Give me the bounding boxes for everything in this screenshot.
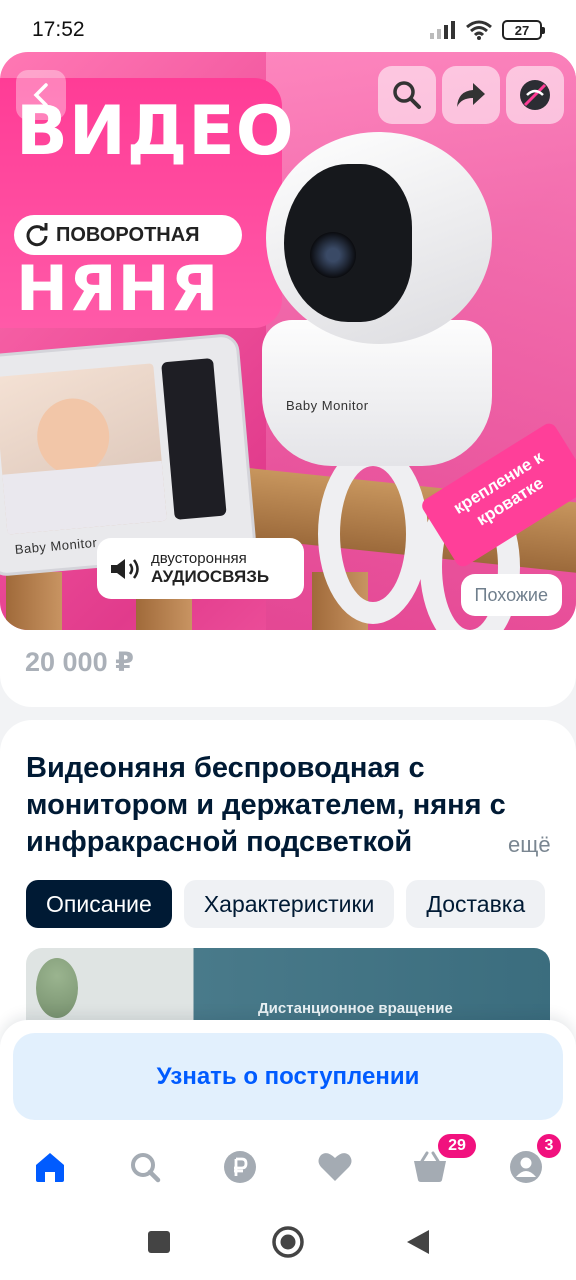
hero-pill: ПОВОРОТНАЯ	[14, 215, 242, 255]
notify-button[interactable]: Узнать о поступлении	[13, 1033, 563, 1120]
battery-level: 27	[514, 22, 530, 38]
crib-slat	[6, 572, 62, 630]
battery-icon: 27	[502, 20, 545, 40]
circle-icon	[272, 1226, 304, 1258]
status-time: 17:52	[32, 18, 85, 41]
recents-button[interactable]	[141, 1224, 177, 1260]
baby-blanket	[2, 460, 167, 535]
product-price: 20 000 ₽	[25, 647, 134, 677]
heart-icon	[318, 1153, 352, 1181]
search-button[interactable]	[378, 66, 436, 124]
status-bar: 17:52 27	[0, 0, 576, 60]
similar-button[interactable]: Похожие	[460, 574, 562, 616]
hero-pill-label: ПОВОРОТНАЯ	[56, 223, 200, 246]
nav-home[interactable]	[28, 1145, 72, 1189]
search-icon	[131, 1153, 161, 1183]
share-button[interactable]	[442, 66, 500, 124]
search-icon	[393, 81, 421, 109]
home-icon	[36, 1153, 64, 1182]
tab-delivery[interactable]: Доставка	[406, 880, 546, 928]
brand-logo-button[interactable]	[506, 66, 564, 124]
camera-brand-label: Baby Monitor	[286, 398, 369, 413]
product-image[interactable]: ВИДЕО ПОВОРОТНАЯ НЯНЯ Baby Monitor Baby …	[0, 52, 576, 630]
chevron-left-icon	[33, 83, 48, 107]
wifi-icon	[466, 20, 492, 40]
rotate-icon	[26, 223, 48, 247]
speaker-icon	[111, 558, 139, 579]
crib-clamp	[318, 444, 428, 624]
hero-title-line2: НЯНЯ	[16, 252, 220, 325]
tab-description[interactable]: Описание	[26, 880, 172, 928]
ruble-icon	[224, 1151, 256, 1183]
audio-line2: АУДИОСВЯЗЬ	[151, 567, 270, 586]
home-system-button[interactable]	[270, 1224, 306, 1260]
monitor-keys	[161, 358, 227, 520]
description-image-caption: Дистанционное вращение	[258, 1000, 453, 1017]
back-button[interactable]	[16, 70, 66, 120]
nav-favorites[interactable]	[313, 1145, 357, 1189]
profile-badge: 3	[535, 1132, 563, 1160]
camera-lens	[310, 232, 356, 278]
description-image[interactable]: Дистанционное вращение	[26, 948, 550, 1028]
square-icon	[148, 1231, 170, 1253]
triangle-back-icon	[407, 1230, 429, 1254]
more-link[interactable]: ещё	[500, 832, 551, 858]
back-system-button[interactable]	[400, 1224, 436, 1260]
monitor-brand-label: Baby Monitor	[14, 534, 98, 557]
product-title: Видеоняня беспроводная с монитором и дер…	[26, 752, 506, 858]
monitor-screen	[0, 363, 167, 535]
status-icons: 27	[430, 20, 545, 40]
nav-finance[interactable]	[218, 1145, 262, 1189]
share-icon	[457, 83, 485, 107]
plant-decor	[36, 958, 78, 1018]
bottom-nav	[0, 1130, 576, 1204]
signal-icon	[430, 21, 455, 39]
tab-characteristics[interactable]: Характеристики	[183, 880, 395, 928]
cart-badge: 29	[436, 1132, 478, 1160]
brand-logo-icon	[520, 80, 550, 110]
section-tabs: Описание Характеристики Доставка	[26, 880, 546, 928]
audio-pill: двусторонняя АУДИОСВЯЗЬ	[97, 538, 304, 599]
audio-line1: двусторонняя	[151, 550, 247, 567]
nav-search[interactable]	[123, 1145, 167, 1189]
